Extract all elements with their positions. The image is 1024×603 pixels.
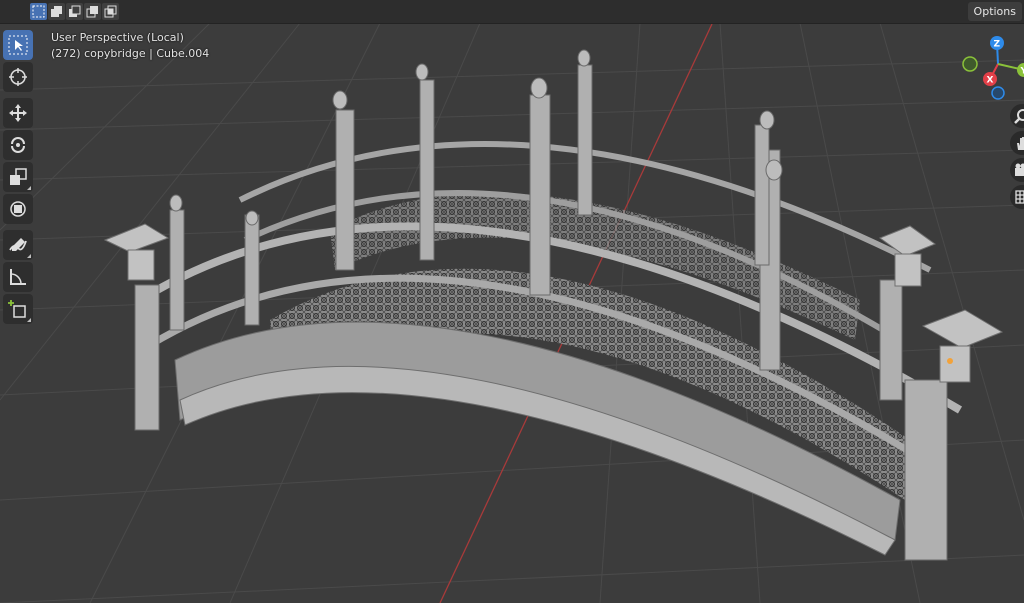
rotate-icon — [11, 137, 25, 153]
perspective-label: User Perspective (Local) — [51, 31, 184, 44]
select-extend-icon — [51, 6, 62, 17]
tool-move[interactable] — [3, 98, 33, 128]
more-tools-indicator — [27, 254, 31, 258]
navigation-gizmo[interactable]: Z X Y — [958, 30, 1024, 102]
neg-z-axis-icon[interactable] — [991, 86, 1005, 100]
select-invert-mode-button[interactable] — [84, 3, 101, 20]
object-info: (272) copybridge | Cube.004 — [51, 47, 210, 60]
transform-icon — [10, 201, 26, 217]
bridge-model[interactable] — [103, 49, 1004, 561]
select-subtract-icon — [69, 5, 81, 17]
tool-measure[interactable] — [3, 262, 33, 292]
scene-canvas[interactable] — [0, 0, 1024, 603]
tool-select-box[interactable] — [3, 30, 33, 60]
tool-scale[interactable] — [3, 162, 33, 192]
add-cube-icon — [8, 300, 26, 318]
options-button[interactable]: Options — [967, 2, 1022, 21]
select-invert-icon — [86, 6, 98, 18]
tool-cursor[interactable] — [3, 62, 33, 92]
neg-y-axis-icon[interactable] — [962, 56, 978, 72]
scale-icon — [10, 168, 27, 185]
viewport-info: User Perspective (Local) (272) copybridg… — [51, 30, 209, 62]
move-icon — [9, 104, 27, 122]
select-subtract-mode-button[interactable] — [66, 3, 83, 20]
tool-annotate[interactable] — [3, 230, 33, 260]
select-box-icon — [8, 35, 28, 55]
svg-text:Z: Z — [994, 40, 1001, 50]
tool-rotate[interactable] — [3, 130, 33, 160]
select-new-icon — [32, 5, 45, 18]
svg-text:X: X — [987, 76, 994, 86]
select-extend-mode-button[interactable] — [48, 3, 65, 20]
select-new-mode-button[interactable] — [30, 3, 47, 20]
tool-add-cube[interactable] — [3, 294, 33, 324]
more-tools-indicator — [27, 318, 31, 322]
pan-hand-icon — [1017, 137, 1024, 150]
selection-mode-group — [30, 3, 119, 20]
measure-icon — [10, 269, 26, 285]
select-intersect-mode-button[interactable] — [102, 3, 119, 20]
annotate-icon — [9, 238, 27, 251]
more-tools-indicator — [27, 186, 31, 190]
cursor-icon — [9, 68, 27, 86]
camera-icon — [1015, 163, 1024, 176]
svg-text:Y: Y — [1020, 67, 1024, 77]
viewport-header: Options — [0, 0, 1024, 24]
grid-icon — [1015, 190, 1024, 204]
select-intersect-icon — [104, 5, 117, 18]
tool-transform[interactable] — [3, 194, 33, 224]
zoom-icon — [1014, 109, 1024, 124]
3d-viewport[interactable]: Options User Perspective (Local) (272) c… — [0, 0, 1024, 603]
